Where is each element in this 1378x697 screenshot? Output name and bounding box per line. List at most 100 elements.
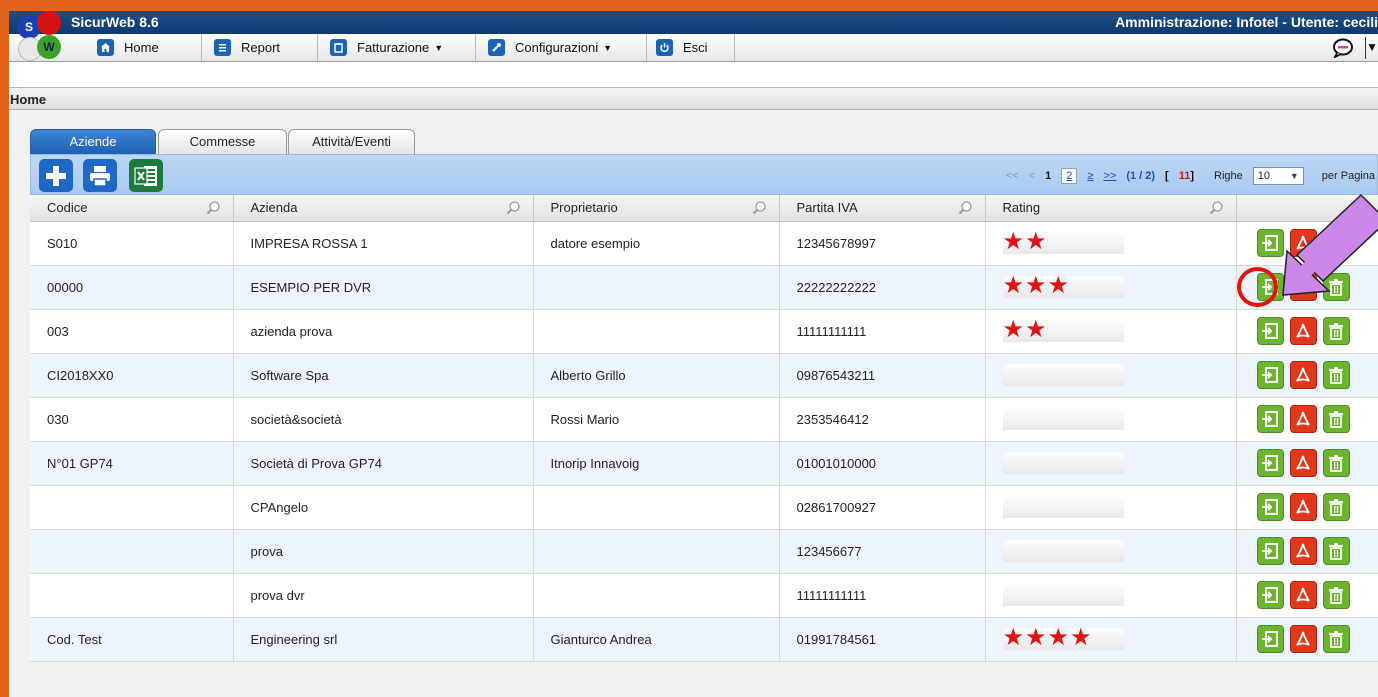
menu-report[interactable]: Report bbox=[202, 34, 318, 61]
tab-commesse[interactable]: Commesse bbox=[158, 129, 287, 154]
app-window: SicurWeb 8.6 Amministrazione: Infotel - … bbox=[9, 11, 1378, 697]
cell-codice: Cod. Test bbox=[30, 617, 234, 662]
chat-icon[interactable] bbox=[1332, 38, 1354, 58]
cell-proprietario bbox=[533, 573, 780, 618]
column-header-proprietario[interactable]: Proprietario bbox=[533, 195, 780, 222]
rating-bar bbox=[1002, 408, 1124, 430]
pdf-button[interactable] bbox=[1289, 449, 1317, 477]
delete-button[interactable] bbox=[1322, 317, 1350, 345]
search-icon[interactable] bbox=[206, 200, 221, 215]
search-icon[interactable] bbox=[506, 200, 521, 215]
table-row[interactable]: S010 IMPRESA ROSSA 1 datore esempio 1234567… bbox=[30, 221, 1378, 266]
menu-home-label: Home bbox=[124, 40, 159, 55]
rating-stars: ★★ bbox=[1002, 228, 1048, 255]
print-button[interactable] bbox=[83, 159, 117, 192]
menu-esci-label: Esci bbox=[683, 40, 708, 55]
sicurweb-logo[interactable]: S W bbox=[17, 11, 69, 61]
table-row[interactable]: CI2018XX0 Software Spa Alberto Grillo 09876… bbox=[30, 353, 1378, 398]
delete-button[interactable] bbox=[1322, 581, 1350, 609]
table-row[interactable]: prova dvr 11111111111 bbox=[30, 573, 1378, 618]
delete-button[interactable] bbox=[1322, 625, 1350, 653]
pdf-icon bbox=[1294, 586, 1312, 604]
column-header-rating[interactable]: Rating bbox=[985, 195, 1237, 222]
menu-fatturazione[interactable]: Fatturazione ▼ bbox=[318, 34, 476, 61]
rating-bar bbox=[1002, 584, 1124, 606]
cell-azienda: società&società bbox=[233, 397, 534, 442]
delete-button[interactable] bbox=[1322, 405, 1350, 433]
column-header-codice[interactable]: Codice bbox=[30, 195, 234, 222]
trash-icon bbox=[1327, 498, 1345, 516]
column-header-partita-iva[interactable]: Partita IVA bbox=[779, 195, 986, 222]
delete-button[interactable] bbox=[1322, 493, 1350, 521]
open-company-button[interactable] bbox=[1256, 493, 1284, 521]
pdf-button[interactable] bbox=[1289, 405, 1317, 433]
table-row[interactable]: prova 123456677 bbox=[30, 529, 1378, 574]
excel-export-button[interactable] bbox=[129, 159, 163, 192]
cell-proprietario bbox=[533, 309, 780, 354]
cell-codice bbox=[30, 573, 234, 618]
cell-proprietario bbox=[533, 485, 780, 530]
table-body: S010 IMPRESA ROSSA 1 datore esempio 1234567… bbox=[30, 221, 1378, 662]
pdf-button[interactable] bbox=[1289, 581, 1317, 609]
pager-next[interactable]: ≥ bbox=[1087, 170, 1093, 182]
pdf-button[interactable] bbox=[1289, 317, 1317, 345]
cell-rating: ★★ bbox=[985, 309, 1237, 354]
column-header-label: Codice bbox=[47, 200, 88, 216]
tab-aziende[interactable]: Aziende bbox=[30, 129, 156, 155]
delete-button[interactable] bbox=[1322, 449, 1350, 477]
open-company-button[interactable] bbox=[1256, 317, 1284, 345]
page-title: Home bbox=[9, 87, 1378, 110]
table-header-row: Codice Azienda Proprietario Partita IVA … bbox=[30, 195, 1378, 222]
add-button[interactable] bbox=[39, 159, 73, 192]
power-icon bbox=[656, 39, 673, 56]
cell-proprietario: Gianturco Andrea bbox=[533, 617, 780, 662]
column-header-label: Azienda bbox=[250, 200, 298, 216]
pdf-button[interactable] bbox=[1289, 537, 1317, 565]
cell-actions bbox=[1236, 397, 1378, 442]
pager-total-open: [ bbox=[1165, 170, 1169, 182]
cell-proprietario: Alberto Grillo bbox=[533, 353, 780, 398]
table-row[interactable]: 030 società&società Rossi Mario 2353546412 bbox=[30, 397, 1378, 442]
pdf-button[interactable] bbox=[1289, 361, 1317, 389]
menu-esci[interactable]: Esci bbox=[647, 34, 735, 61]
enter-icon bbox=[1261, 366, 1279, 384]
search-icon[interactable] bbox=[1209, 200, 1224, 215]
open-company-button[interactable] bbox=[1256, 405, 1284, 433]
pager-last[interactable]: >> bbox=[1103, 170, 1116, 182]
open-company-button[interactable] bbox=[1256, 625, 1284, 653]
cell-proprietario: datore esempio bbox=[533, 221, 780, 266]
cell-codice: CI2018XX0 bbox=[30, 353, 234, 398]
cell-proprietario bbox=[533, 529, 780, 574]
table-row[interactable]: N°01 GP74 Società di Prova GP74 Itnorip In… bbox=[30, 441, 1378, 486]
table-row[interactable]: 00000 ESEMPIO PER DVR 22222222222 ★★★ bbox=[30, 265, 1378, 310]
open-company-button[interactable] bbox=[1256, 361, 1284, 389]
pdf-button[interactable] bbox=[1289, 493, 1317, 521]
search-icon[interactable] bbox=[752, 200, 767, 215]
open-company-button[interactable] bbox=[1256, 581, 1284, 609]
cell-codice: 030 bbox=[30, 397, 234, 442]
column-header-azienda[interactable]: Azienda bbox=[233, 195, 534, 222]
cell-actions bbox=[1236, 309, 1378, 354]
pager-prev[interactable]: < bbox=[1029, 170, 1035, 182]
table-row[interactable]: 003 azienda prova 11111111111 ★★ bbox=[30, 309, 1378, 354]
clipboard-icon bbox=[330, 39, 347, 56]
menu-home[interactable]: Home bbox=[85, 34, 202, 61]
enter-icon bbox=[1261, 630, 1279, 648]
pager-first[interactable]: << bbox=[1006, 170, 1019, 182]
enter-icon bbox=[1261, 542, 1279, 560]
chevron-down-icon[interactable]: ▼ bbox=[1366, 40, 1378, 54]
cell-partita-iva: 2353546412 bbox=[779, 397, 986, 442]
pager-info: (1 / 2) bbox=[1126, 170, 1156, 182]
delete-button[interactable] bbox=[1322, 361, 1350, 389]
cell-azienda: prova bbox=[233, 529, 534, 574]
table-row[interactable]: CPAngelo 02861700927 bbox=[30, 485, 1378, 530]
menu-configurazioni[interactable]: Configurazioni ▼ bbox=[476, 34, 647, 61]
delete-button[interactable] bbox=[1322, 537, 1350, 565]
open-company-button[interactable] bbox=[1256, 449, 1284, 477]
table-row[interactable]: Cod. Test Engineering srl Gianturco Andrea… bbox=[30, 617, 1378, 662]
pdf-button[interactable] bbox=[1289, 625, 1317, 653]
open-company-button[interactable] bbox=[1256, 537, 1284, 565]
pager-page-2[interactable]: 2 bbox=[1061, 168, 1078, 184]
tab-attivita-eventi[interactable]: Attività/Eventi bbox=[288, 129, 415, 154]
search-icon[interactable] bbox=[958, 200, 973, 215]
